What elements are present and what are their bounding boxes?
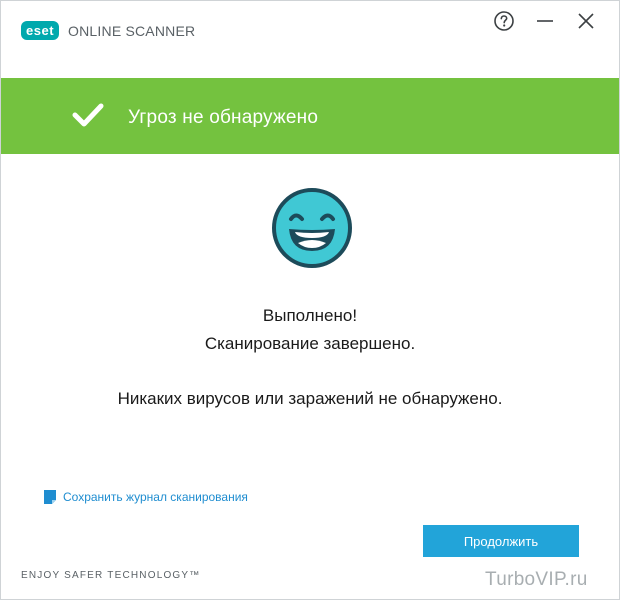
product-name: ONLINE SCANNER [68, 22, 196, 39]
minimize-icon [537, 20, 553, 22]
watermark: TurboVIP.ru [485, 569, 588, 590]
status-banner-text: Угроз не обнаружено [128, 107, 319, 128]
result-line-no-threats: Никаких вирусов или заражений не обнаруж… [117, 389, 503, 408]
continue-button[interactable]: Продолжить [423, 525, 579, 557]
result-line-done: Выполнено! [262, 306, 358, 325]
eset-logo: eset ONLINE SCANNER [21, 21, 195, 40]
eset-logo-badge: eset [21, 21, 60, 40]
minimize-button[interactable] [531, 9, 559, 33]
result-line-scan-complete: Сканирование завершено. [204, 334, 416, 353]
smiley-face-icon [272, 188, 352, 268]
save-log-link[interactable]: Сохранить журнал сканирования [43, 489, 248, 505]
save-log-label[interactable]: Сохранить журнал сканирования [63, 490, 248, 504]
close-button[interactable] [572, 9, 600, 33]
close-icon [578, 13, 594, 29]
status-banner: Угроз не обнаружено [1, 78, 619, 154]
title-bar: eset ONLINE SCANNER [1, 1, 619, 61]
question-circle-icon [494, 11, 514, 31]
document-icon [44, 490, 56, 504]
footer-tagline: ENJOY SAFER TECHNOLOGY™ [21, 570, 201, 581]
checkmark-icon [72, 103, 104, 127]
scanner-window: eset ONLINE SCANNER Угроз не обнаружено … [0, 0, 620, 600]
help-button[interactable] [490, 9, 518, 33]
